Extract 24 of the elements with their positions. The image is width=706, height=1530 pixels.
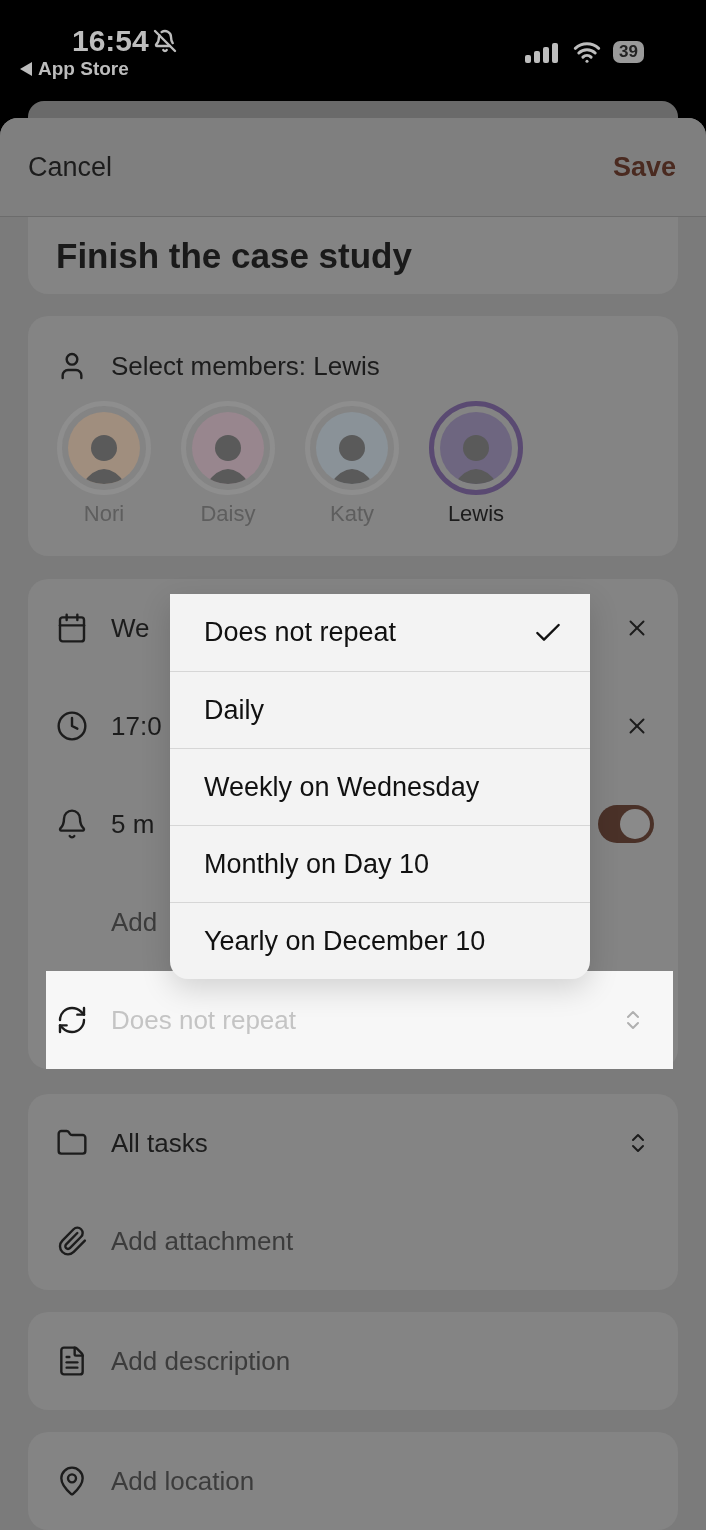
status-time: 16:54 [72, 24, 149, 58]
back-link[interactable]: App Store [38, 58, 129, 80]
menu-item[interactable]: Yearly on December 10 [170, 902, 590, 979]
add-location[interactable]: Add location [111, 1465, 650, 1497]
menu-item[interactable]: Monthly on Day 10 [170, 825, 590, 902]
members-label[interactable]: Select members: Lewis [111, 350, 650, 382]
bell-icon [56, 808, 88, 840]
menu-item[interactable]: Daily [170, 671, 590, 748]
task-title[interactable]: Finish the case study [28, 217, 678, 294]
back-arrow-icon[interactable] [20, 62, 32, 76]
repeat-icon [56, 1004, 88, 1036]
reminder-toggle[interactable] [598, 805, 654, 843]
cancel-button[interactable]: Cancel [28, 151, 113, 183]
bell-off-icon [152, 29, 177, 53]
save-button[interactable]: Save [612, 151, 676, 183]
add-description[interactable]: Add description [111, 1345, 650, 1377]
menu-item[interactable]: Weekly on Wednesday [170, 748, 590, 825]
clock-icon [56, 710, 88, 742]
add-attachment[interactable]: Add attachment [111, 1225, 650, 1257]
battery-icon: 39 [613, 41, 644, 63]
list-select[interactable]: All tasks [111, 1127, 603, 1159]
calendar-icon [56, 612, 88, 644]
menu-item[interactable]: Does not repeat [170, 594, 590, 671]
paperclip-icon [56, 1225, 88, 1257]
